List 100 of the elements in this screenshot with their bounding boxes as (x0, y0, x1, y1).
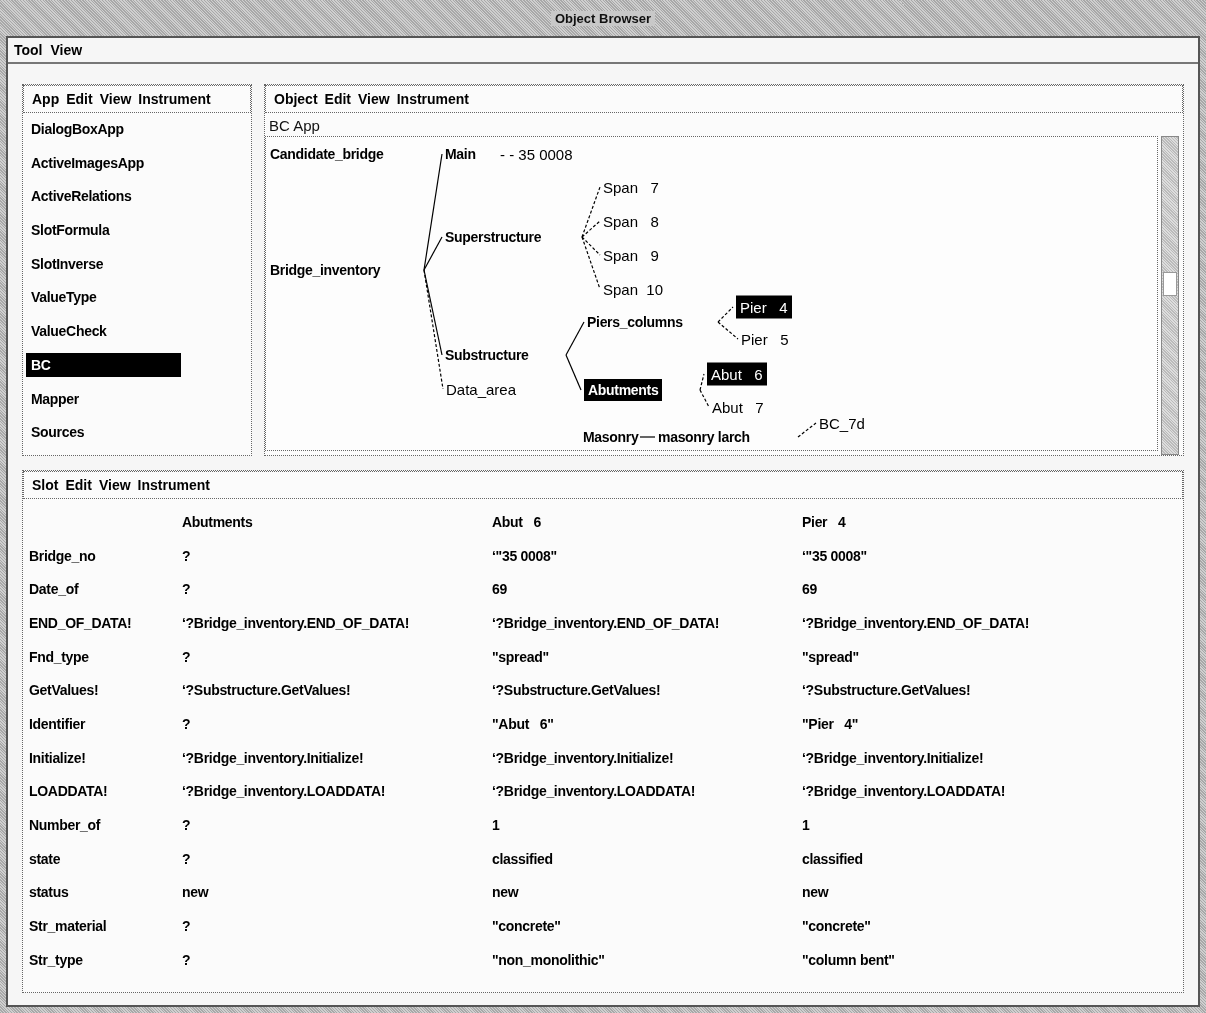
slot-value: 1 (492, 817, 500, 834)
slot-value: ‘?Bridge_inventory.END_OF_DATA! (492, 614, 720, 631)
slot-value: ‘?Bridge_inventory.Initialize! (492, 749, 674, 766)
slot-value: ? (182, 547, 191, 564)
slot-value: 69 (492, 581, 507, 598)
tree-node[interactable]: Abut 7 (712, 398, 764, 416)
menu-item[interactable]: View (98, 477, 131, 493)
slot-value: ? (182, 850, 191, 867)
column-header: Pier 4 (802, 513, 846, 530)
slot-value: new (492, 884, 519, 901)
tree-node[interactable]: Substructure (445, 347, 529, 363)
tree-node[interactable]: Piers_columns (587, 314, 683, 330)
menu-item[interactable]: View (358, 91, 390, 107)
slot-value: ‘?Substructure.GetValues! (182, 682, 351, 699)
menu-item[interactable]: Tool (14, 42, 43, 58)
slot-name: END_OF_DATA! (29, 614, 132, 631)
tree-node[interactable]: masonry larch (658, 429, 750, 445)
slot-value: ‘?Bridge_inventory.END_OF_DATA! (182, 614, 410, 631)
slot-name: LOADDATA! (29, 783, 108, 800)
slot-value: ‘?Bridge_inventory.LOADDATA! (182, 783, 386, 800)
slot-value: ‘?Substructure.GetValues! (492, 682, 661, 699)
slot-name: state (29, 850, 61, 867)
app-list-item[interactable]: Sources (26, 420, 181, 445)
slot-value: new (182, 884, 209, 901)
app-list-item[interactable]: ValueCheck (26, 319, 181, 344)
menu-item[interactable]: Edit (66, 91, 93, 107)
tree-node[interactable]: Abutments (584, 379, 663, 401)
menu-item[interactable]: View (99, 91, 132, 107)
slot-value: ? (182, 648, 191, 665)
slot-value: ‘?Substructure.GetValues! (802, 682, 971, 699)
menu-item[interactable]: Instrument (396, 91, 470, 107)
tree-node[interactable]: Pier 5 (741, 330, 789, 348)
tree-node[interactable]: Span 10 (603, 280, 664, 298)
slot-value: ? (182, 918, 191, 935)
tree-node[interactable]: Bridge_inventory (270, 262, 381, 278)
column-header: Abutments (182, 513, 253, 530)
app-list-item[interactable]: SlotInverse (26, 251, 181, 276)
app-label: BC App (268, 116, 321, 136)
app-list-item[interactable]: BC (26, 352, 181, 377)
slot-name: Str_type (29, 951, 83, 968)
slot-value: 1 (802, 817, 810, 834)
menu-item[interactable]: Slot (32, 477, 59, 493)
slot-name: Initialize! (29, 749, 86, 766)
app-list-item[interactable]: SlotFormula (26, 218, 181, 243)
slot-name: GetValues! (29, 682, 99, 699)
slot-value: "concrete" (492, 918, 561, 935)
tree-node[interactable]: Span 9 (603, 246, 659, 264)
slot-value: ? (182, 951, 191, 968)
slot-value: ‘?Bridge_inventory.LOADDATA! (492, 783, 696, 800)
slot-value: "non_monolithic" (492, 951, 605, 968)
slot-name: Date_of (29, 581, 79, 598)
slot-name: Identifier (29, 715, 86, 732)
slot-name: status (29, 884, 69, 901)
slot-value: ? (182, 581, 191, 598)
slot-value: ‘?Bridge_inventory.LOADDATA! (802, 783, 1006, 800)
menu-item[interactable]: Edit (65, 477, 92, 493)
tree-node[interactable]: Data_area (446, 380, 517, 398)
window-title: Object Browser (550, 10, 656, 26)
slot-value: ‘"35 0008" (492, 547, 557, 564)
menu-item[interactable]: Edit (324, 91, 352, 107)
slot-value: ‘?Bridge_inventory.END_OF_DATA! (802, 614, 1030, 631)
app-list-item[interactable]: ActiveRelations (26, 184, 181, 209)
slot-value: "Abut 6" (492, 715, 554, 732)
slot-name: Number_of (29, 817, 101, 834)
tree-node[interactable]: Abut 6 (707, 362, 767, 386)
slot-value: 69 (802, 581, 817, 598)
slot-name: Str_material (29, 918, 107, 935)
menu-item[interactable]: Object (274, 91, 318, 107)
tree-node[interactable]: Main (445, 146, 476, 162)
node-value: - - 35 0008 (500, 145, 573, 163)
slot-value: ? (182, 715, 191, 732)
slot-value: "concrete" (802, 918, 871, 935)
slot-value: "spread" (492, 648, 549, 665)
tree-node[interactable]: Span 7 (603, 178, 659, 196)
slot-value: ‘?Bridge_inventory.Initialize! (182, 749, 364, 766)
tree-node[interactable]: Candidate_bridge (270, 146, 384, 162)
app-list-item[interactable]: ValueType (26, 285, 181, 310)
app-list-item[interactable]: Mapper (26, 386, 181, 411)
slot-value: classified (492, 850, 553, 867)
tree-node[interactable]: Masonry (583, 429, 639, 445)
tree-node[interactable]: Pier 4 (736, 295, 792, 319)
slot-value: new (802, 884, 829, 901)
slot-value: classified (802, 850, 863, 867)
column-header: Abut 6 (492, 513, 541, 530)
tree-node[interactable]: BC_7d (819, 414, 865, 432)
slot-value: ‘"35 0008" (802, 547, 867, 564)
slot-value: ‘?Bridge_inventory.Initialize! (802, 749, 984, 766)
menu-item[interactable]: Instrument (138, 91, 211, 107)
menu-item[interactable]: View (50, 42, 83, 58)
menu-item[interactable]: App (32, 91, 60, 107)
app-list-item[interactable]: ActiveImagesApp (26, 150, 181, 175)
tree-node[interactable]: Span 8 (603, 212, 659, 230)
slot-value: ? (182, 817, 191, 834)
slot-name: Fnd_type (29, 648, 89, 665)
tree-node[interactable]: Superstructure (445, 229, 542, 245)
menu-item[interactable]: Instrument (137, 477, 210, 493)
app-list-item[interactable]: DialogBoxApp (26, 117, 181, 141)
slot-name: Bridge_no (29, 547, 96, 564)
slot-value: "column bent" (802, 951, 895, 968)
slot-value: "Pier 4" (802, 715, 859, 732)
